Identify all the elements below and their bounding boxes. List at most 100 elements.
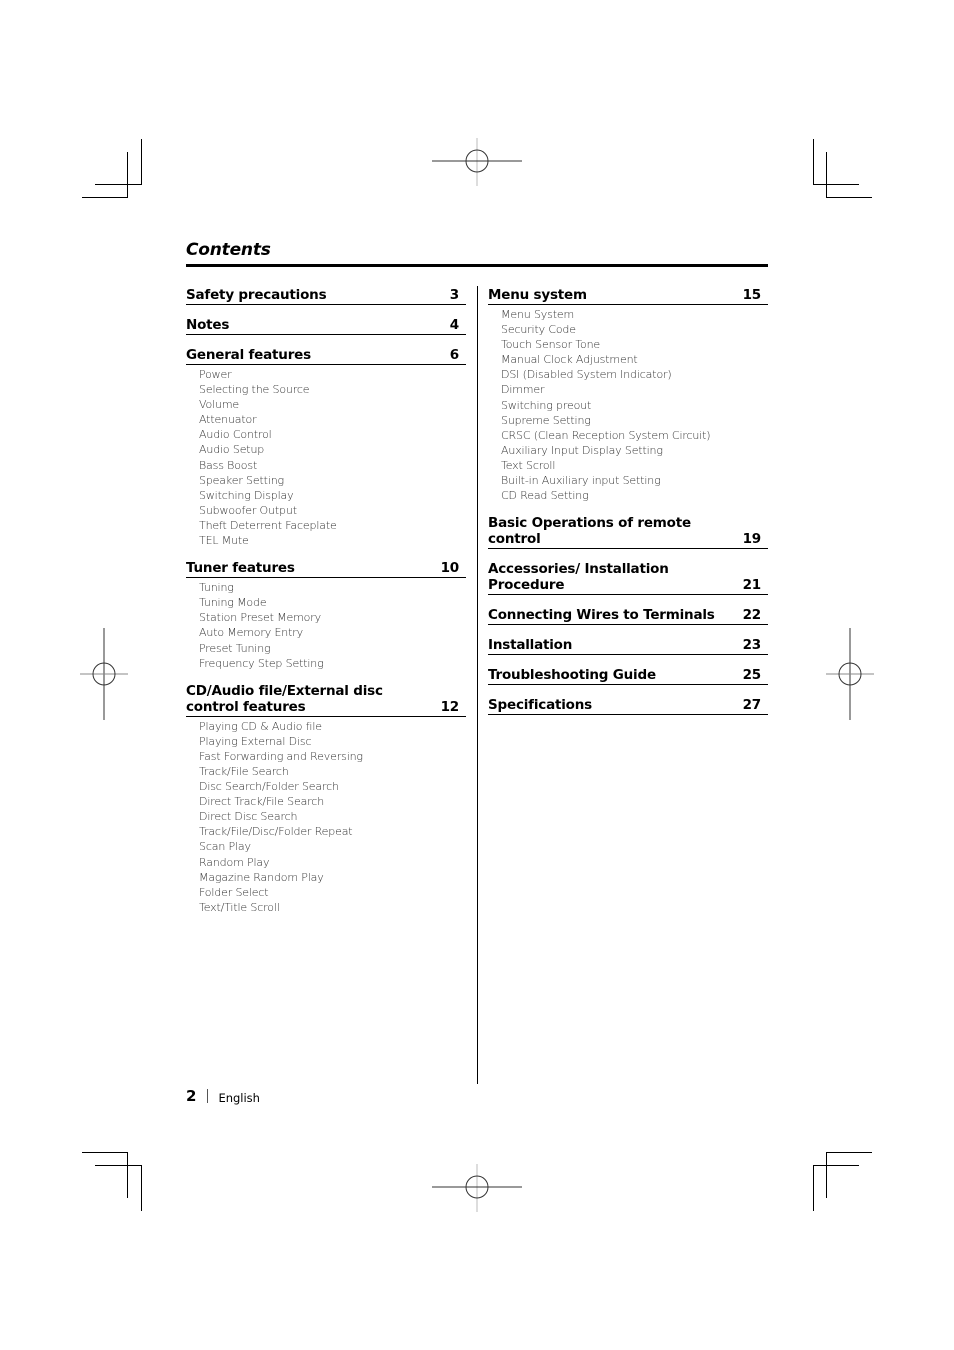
toc-subitem[interactable]: Switching Display — [199, 488, 466, 503]
toc-subitem[interactable]: Fast Forwarding and Reversing — [199, 749, 466, 764]
crop-mark — [813, 184, 859, 185]
toc-subitem[interactable]: Theft Deterrent Faceplate — [199, 518, 466, 533]
toc-entry[interactable]: Menu system 15 — [488, 287, 768, 305]
crop-mark — [127, 152, 128, 198]
crop-mark — [141, 139, 142, 185]
toc-subitem[interactable]: Magazine Random Play — [199, 870, 466, 885]
toc-entry[interactable]: Tuner features 10 — [186, 560, 466, 579]
toc-subitem[interactable]: Text/Title Scroll — [199, 900, 466, 915]
column-divider — [477, 286, 478, 1084]
toc-section: Connecting Wires to Terminals 22 — [488, 607, 768, 637]
toc-section: Menu system 15 Menu System Security Code Tou… — [488, 287, 768, 515]
page-title: Contents — [186, 240, 271, 260]
toc-subitem[interactable]: Frequency Step Setting — [199, 656, 466, 671]
toc-subitem[interactable]: Bass Boost — [199, 458, 466, 473]
toc-section: Installation 23 — [488, 637, 768, 667]
crop-mark — [141, 1165, 142, 1211]
toc-subitem[interactable]: Station Preset Memory — [199, 610, 466, 625]
toc-subitem[interactable]: Direct Disc Search — [199, 809, 466, 824]
toc-subitem[interactable]: Auxiliary Input Display Setting — [501, 443, 768, 458]
toc-subitem[interactable]: Built-in Auxiliary input Setting — [501, 473, 768, 488]
crop-mark — [127, 1152, 128, 1198]
page-number: 2 — [186, 1087, 197, 1105]
page-footer: 2 English — [186, 1087, 260, 1105]
toc-subitem[interactable]: Security Code — [501, 322, 768, 337]
toc-entry-label: Installation — [488, 637, 573, 654]
toc-subitem[interactable]: Folder Select — [199, 885, 466, 900]
toc-entry-page: 15 — [742, 287, 762, 303]
toc-subitem[interactable]: Auto Memory Entry — [199, 625, 466, 640]
toc-subitem[interactable]: Scan Play — [199, 839, 466, 854]
toc-subitem[interactable]: Direct Track/File Search — [199, 794, 466, 809]
toc-subitem[interactable]: Playing External Disc — [199, 734, 466, 749]
toc-section: Safety precautions 3 — [186, 287, 466, 317]
toc-subitem[interactable]: Audio Control — [199, 427, 466, 442]
toc-section: Specifications 27 — [488, 697, 768, 727]
toc-entry[interactable]: Connecting Wires to Terminals 22 — [488, 607, 768, 626]
toc-subitem[interactable]: Tuning Mode — [199, 595, 466, 610]
toc-entry-label: Safety precautions — [186, 287, 327, 303]
toc-entry[interactable]: Installation 23 — [488, 637, 768, 656]
toc-subitem[interactable]: Track/File/Disc/Folder Repeat — [199, 824, 466, 839]
toc-subitem[interactable]: Power — [199, 367, 466, 382]
toc-entry[interactable]: General features 6 — [186, 347, 466, 365]
toc-entry[interactable]: Troubleshooting Guide 25 — [488, 667, 768, 686]
registration-mark-left — [80, 628, 128, 720]
toc-subitem[interactable]: Tuning — [199, 580, 466, 595]
toc-section: CD/Audio file/External disc control feat… — [186, 683, 466, 927]
toc-subitem[interactable]: Random Play — [199, 855, 466, 870]
toc-section: General features 6 Power Selecting the Sour… — [186, 347, 466, 560]
toc-subitem-list: Power Selecting the Source Volume Attenuato… — [186, 365, 466, 548]
toc-subitem[interactable]: DSI (Disabled System Indicator) — [501, 367, 768, 382]
toc-entry-label: Specifications — [488, 697, 592, 714]
toc-entry-label: Menu system — [488, 287, 587, 303]
toc-subitem[interactable]: Touch Sensor Tone — [501, 337, 768, 352]
toc-subitem[interactable]: Playing CD & Audio file — [199, 719, 466, 734]
toc-left-column: Safety precautions 3 Notes 4 General feature… — [186, 287, 466, 927]
toc-subitem[interactable]: Supreme Setting — [501, 413, 768, 428]
crop-mark — [826, 1152, 872, 1153]
toc-subitem[interactable]: Subwoofer Output — [199, 503, 466, 518]
toc-entry[interactable]: Notes 4 — [186, 317, 466, 335]
toc-subitem[interactable]: Menu System — [501, 307, 768, 322]
toc-right-column: Menu system 15 Menu System Security Code Tou… — [488, 287, 768, 727]
toc-subitem[interactable]: CD Read Setting — [501, 488, 768, 503]
crop-mark — [813, 1165, 859, 1166]
toc-subitem[interactable]: Volume — [199, 397, 466, 412]
crop-mark — [82, 197, 128, 198]
toc-entry[interactable]: Accessories/ Installation Procedure 21 — [488, 561, 768, 596]
toc-subitem[interactable]: TEL Mute — [199, 533, 466, 548]
toc-entry-page: 6 — [449, 347, 459, 363]
toc-entry[interactable]: Specifications 27 — [488, 697, 768, 716]
toc-subitem[interactable]: Attenuator — [199, 412, 466, 427]
toc-entry-label: Basic Operations of remote control — [488, 515, 691, 548]
toc-subitem[interactable]: Dimmer — [501, 382, 768, 397]
toc-entry[interactable]: CD/Audio file/External disc control feat… — [186, 683, 466, 717]
toc-subitem[interactable]: Track/File Search — [199, 764, 466, 779]
toc-section: Accessories/ Installation Procedure 21 — [488, 561, 768, 607]
toc-subitem[interactable]: Switching preout — [501, 398, 768, 413]
toc-subitem[interactable]: CRSC (Clean Reception System Circuit) — [501, 428, 768, 443]
toc-entry-page: 12 — [440, 698, 460, 715]
toc-subitem[interactable]: Disc Search/Folder Search — [199, 779, 466, 794]
toc-subitem[interactable]: Selecting the Source — [199, 382, 466, 397]
toc-subitem[interactable]: Text Scroll — [501, 458, 768, 473]
toc-section: Troubleshooting Guide 25 — [488, 667, 768, 697]
toc-subitem[interactable]: Speaker Setting — [199, 473, 466, 488]
toc-entry[interactable]: Basic Operations of remote control 19 — [488, 515, 768, 550]
toc-entry-page: 23 — [742, 637, 762, 654]
registration-mark-right — [826, 628, 874, 720]
toc-subitem[interactable]: Manual Clock Adjustment — [501, 352, 768, 367]
toc-subitem[interactable]: Audio Setup — [199, 442, 466, 457]
toc-entry-page: 25 — [742, 667, 762, 684]
toc-subitem[interactable]: Preset Tuning — [199, 641, 466, 656]
crop-mark — [82, 1152, 128, 1153]
toc-entry[interactable]: Safety precautions 3 — [186, 287, 466, 305]
